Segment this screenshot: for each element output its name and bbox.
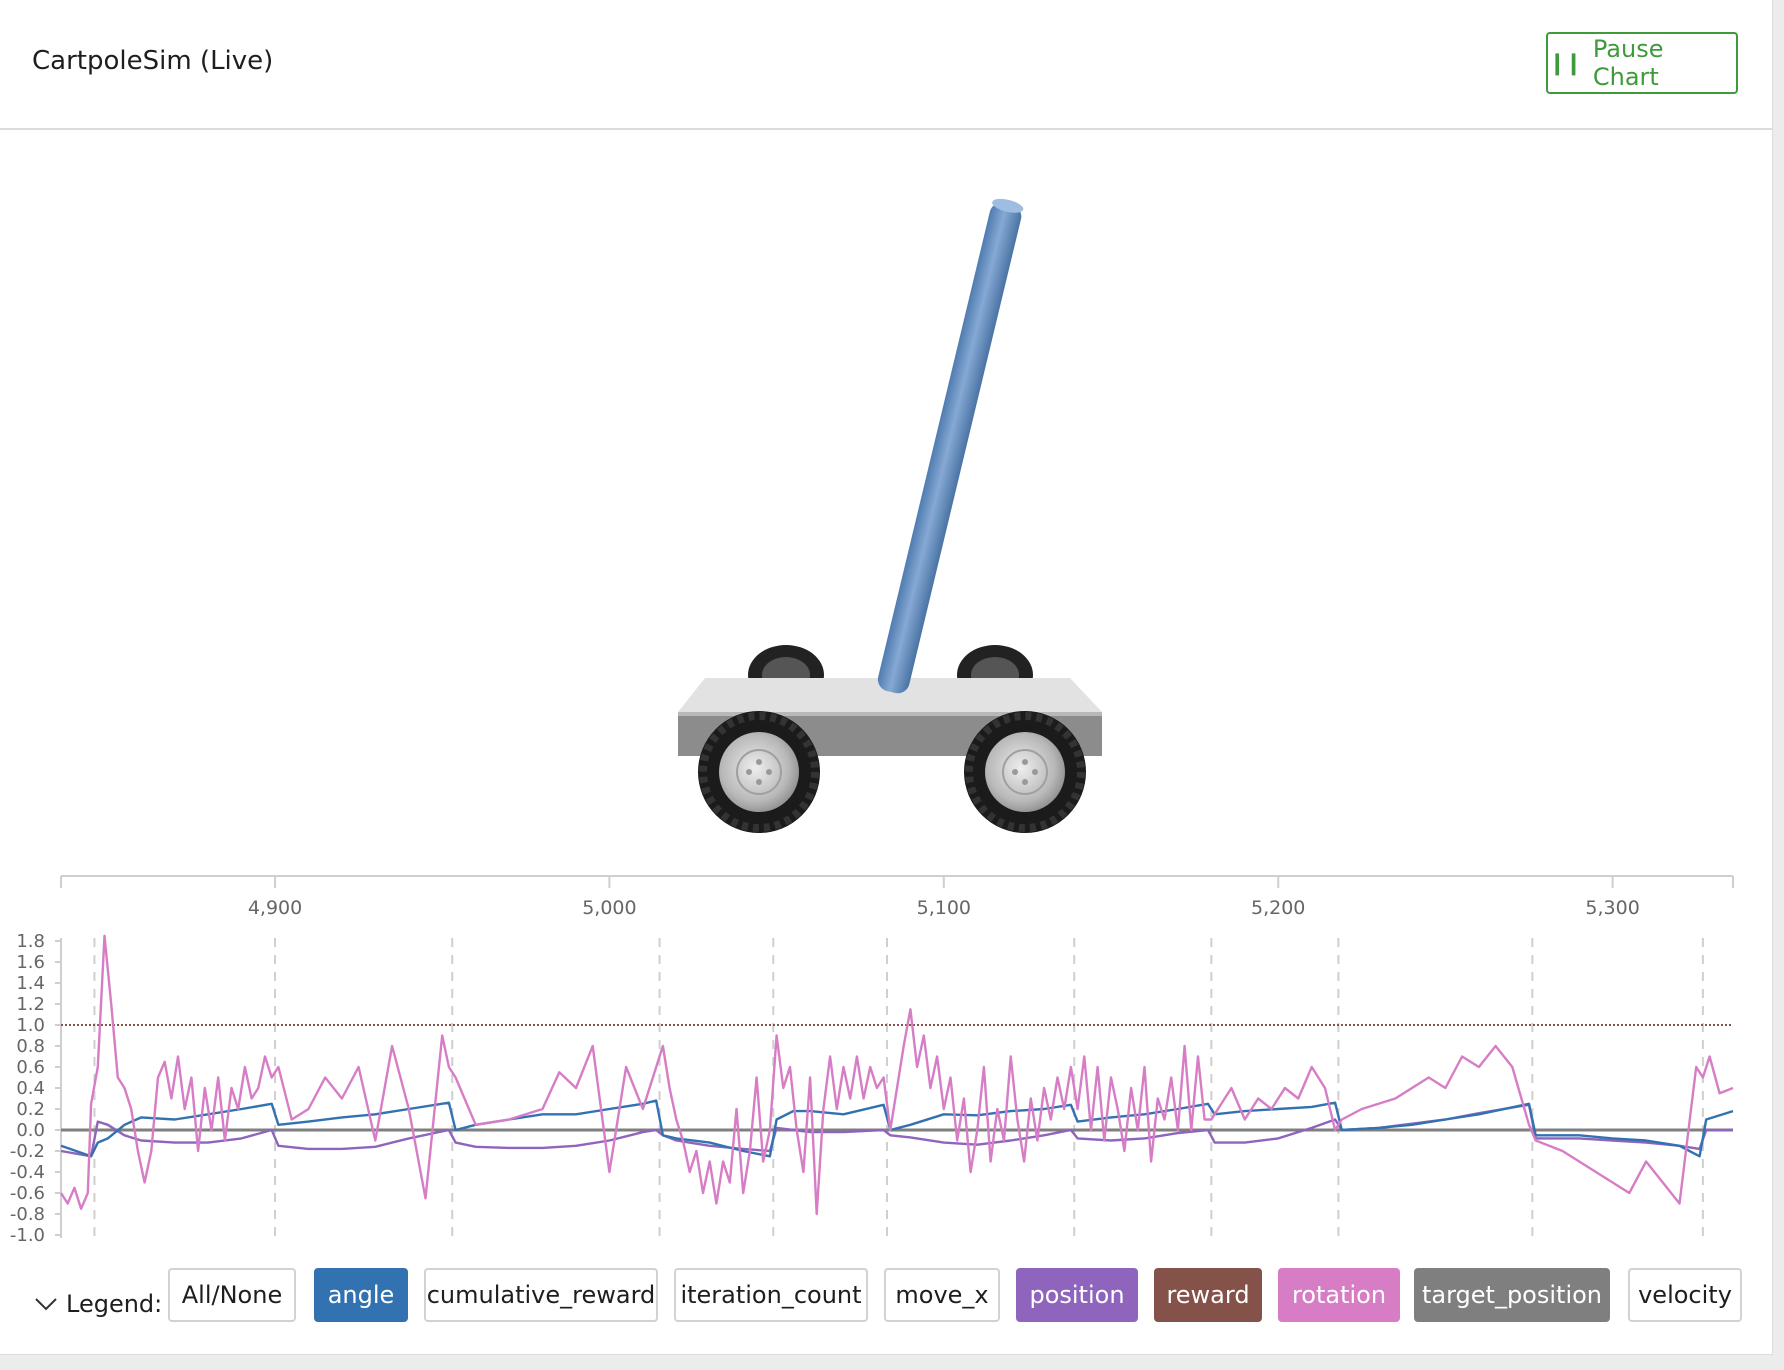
legend-item-label: reward bbox=[1166, 1281, 1250, 1309]
y-tick-label: -0.6 bbox=[10, 1183, 45, 1204]
legend-label: Legend: bbox=[66, 1290, 163, 1318]
pause-chart-button[interactable]: ❙❙ Pause Chart bbox=[1546, 32, 1738, 94]
legend-position-button[interactable]: position bbox=[1016, 1268, 1138, 1322]
legend-item-label: velocity bbox=[1638, 1281, 1732, 1309]
y-tick-label: -0.2 bbox=[10, 1141, 45, 1162]
y-tick-label: -0.4 bbox=[10, 1162, 45, 1183]
cartpole-illustration bbox=[678, 198, 1102, 833]
x-tick-label: 5,100 bbox=[917, 897, 971, 919]
legend-cumulative-reward-button[interactable]: cumulative_reward bbox=[424, 1268, 658, 1322]
y-tick-label: 1.2 bbox=[16, 994, 45, 1015]
simulation-view bbox=[0, 130, 1772, 870]
legend-item-label: move_x bbox=[895, 1281, 989, 1309]
y-tick-label: 0.4 bbox=[16, 1078, 45, 1099]
legend-item-label: cumulative_reward bbox=[426, 1281, 656, 1309]
telemetry-chart-svg: 4,900 5,000 5,100 5,200 5,300 1.81.61.41.21.… bbox=[10, 875, 1734, 1246]
y-tick-label: 1.0 bbox=[16, 1015, 45, 1036]
series-line-rotation bbox=[59, 934, 1734, 1216]
series-layer bbox=[59, 934, 1734, 1216]
x-tick-label: 5,200 bbox=[1251, 897, 1305, 919]
y-tick-label: 1.4 bbox=[16, 973, 45, 994]
y-tick-label: 1.8 bbox=[16, 931, 45, 952]
y-tick-label: 0.6 bbox=[16, 1057, 45, 1078]
legend-rotation-button[interactable]: rotation bbox=[1278, 1268, 1400, 1322]
legend-item-label: rotation bbox=[1291, 1281, 1387, 1309]
y-tick-label: 0.0 bbox=[16, 1120, 45, 1141]
front-right-wheel bbox=[964, 711, 1086, 833]
y-tick-label: 1.6 bbox=[16, 952, 45, 973]
legend-item-label: angle bbox=[327, 1281, 395, 1309]
legend-angle-button[interactable]: angle bbox=[314, 1268, 408, 1322]
app-window: CartpoleSim (Live) ❙❙ Pause Chart 4,900 … bbox=[0, 0, 1773, 1355]
legend-velocity-button[interactable]: velocity bbox=[1628, 1268, 1742, 1322]
episode-boundaries bbox=[93, 938, 1704, 1238]
x-tick-label: 5,300 bbox=[1585, 897, 1639, 919]
y-axis: 1.81.61.41.21.00.80.60.40.20.0-0.2-0.4-0… bbox=[10, 931, 62, 1246]
pole bbox=[877, 198, 1024, 694]
legend-target-position-button[interactable]: target_position bbox=[1414, 1268, 1610, 1322]
legend-item-label: target_position bbox=[1421, 1281, 1603, 1309]
x-tick-label: 5,000 bbox=[582, 897, 636, 919]
x-tick-label: 4,900 bbox=[248, 897, 302, 919]
legend-iteration-count-button[interactable]: iteration_count bbox=[674, 1268, 868, 1322]
chevron-down-icon bbox=[35, 1298, 57, 1311]
y-tick-label: -1.0 bbox=[10, 1225, 45, 1245]
telemetry-chart[interactable]: 4,900 5,000 5,100 5,200 5,300 1.8 1.6 1.4 1.2 1.… bbox=[0, 870, 1772, 1246]
y-tick-label: -0.8 bbox=[10, 1204, 45, 1225]
page-title: CartpoleSim (Live) bbox=[32, 46, 274, 76]
legend-item-label: All/None bbox=[181, 1281, 283, 1309]
x-axis: 4,900 5,000 5,100 5,200 5,300 bbox=[60, 875, 1734, 919]
y-tick-label: 0.2 bbox=[16, 1099, 45, 1120]
legend-item-label: position bbox=[1029, 1281, 1125, 1309]
pause-icon: ❙❙ bbox=[1548, 50, 1583, 76]
legend-item-label: iteration_count bbox=[680, 1281, 862, 1309]
legend-all-none-button[interactable]: All/None bbox=[168, 1268, 296, 1322]
y-tick-label: 0.8 bbox=[16, 1036, 45, 1057]
front-left-wheel bbox=[698, 711, 820, 833]
header-bar: CartpoleSim (Live) ❙❙ Pause Chart bbox=[0, 0, 1772, 130]
legend-toggle[interactable]: Legend: bbox=[34, 1284, 162, 1324]
legend-move-x-button[interactable]: move_x bbox=[884, 1268, 1000, 1322]
pause-chart-label: Pause Chart bbox=[1592, 35, 1664, 91]
legend-reward-button[interactable]: reward bbox=[1154, 1268, 1262, 1322]
legend-bar: Legend: All/None angle cumulative_reward… bbox=[0, 1268, 1772, 1336]
